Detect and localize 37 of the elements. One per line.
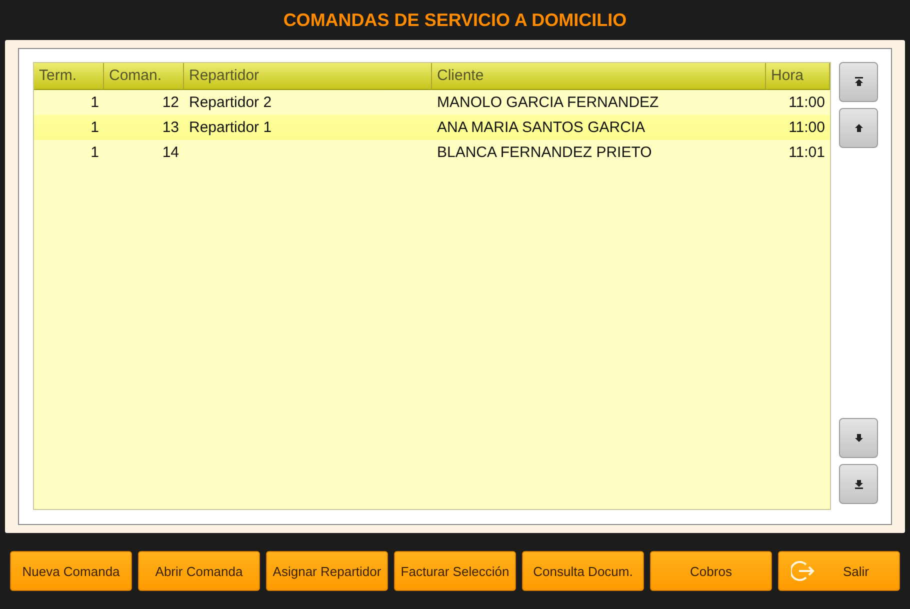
column-header[interactable]: Term. [34,63,104,89]
table-cell-text: 11:00 [788,94,826,111]
column-header[interactable]: Repartidor [184,63,432,89]
exit-icon [791,560,815,582]
table-row[interactable]: 1 13 Repartidor 1 ANA MARIA SANTOS GARCIA 11:00 [34,115,830,140]
arrow-to-top-icon [852,76,864,88]
table-cell-text: BLANCA FERNANDEZ PRIETO [436,144,653,161]
table-cell-text: 14 [161,144,180,161]
table-cell-text: Repartidor 2 [188,94,273,111]
table-cell-text: 11:01 [788,144,826,161]
action-button[interactable]: Nueva Comanda [10,551,132,591]
action-button[interactable]: Facturar Selección [394,551,516,591]
scroll-bottom-button[interactable] [839,464,878,504]
table-cell-text: MANOLO GARCIA FERNANDEZ [436,94,660,111]
exit-button[interactable]: Salir [778,551,900,591]
scroll-up-button[interactable] [839,108,878,148]
action-button[interactable]: Cobros [650,551,772,591]
action-button[interactable]: Consulta Docum. [522,551,644,591]
column-header[interactable]: Coman. [104,63,184,89]
table-cell-text: ANA MARIA SANTOS GARCIA [436,119,646,136]
table-cell-text: 11:00 [788,119,826,136]
table-cell-text: 1 [90,94,100,111]
arrow-to-bottom-icon [852,478,864,490]
action-button[interactable]: Abrir Comanda [138,551,260,591]
table-cell-text: 1 [90,144,100,161]
column-header[interactable]: Hora [766,63,830,89]
table-cell-text: 13 [161,119,180,136]
window-title: COMANDAS DE SERVICIO A DOMICILIO [282,9,628,32]
table-cell-text: 12 [161,94,180,111]
column-header[interactable]: Cliente [432,63,766,89]
scroll-down-button[interactable] [839,418,878,458]
down-arrow-icon [852,432,864,444]
table-cell-text: 1 [90,119,100,136]
scroll-top-button[interactable] [839,62,878,102]
up-arrow-icon [852,122,864,134]
table-cell-text: Repartidor 1 [188,119,273,136]
action-button[interactable]: Asignar Repartidor [266,551,388,591]
